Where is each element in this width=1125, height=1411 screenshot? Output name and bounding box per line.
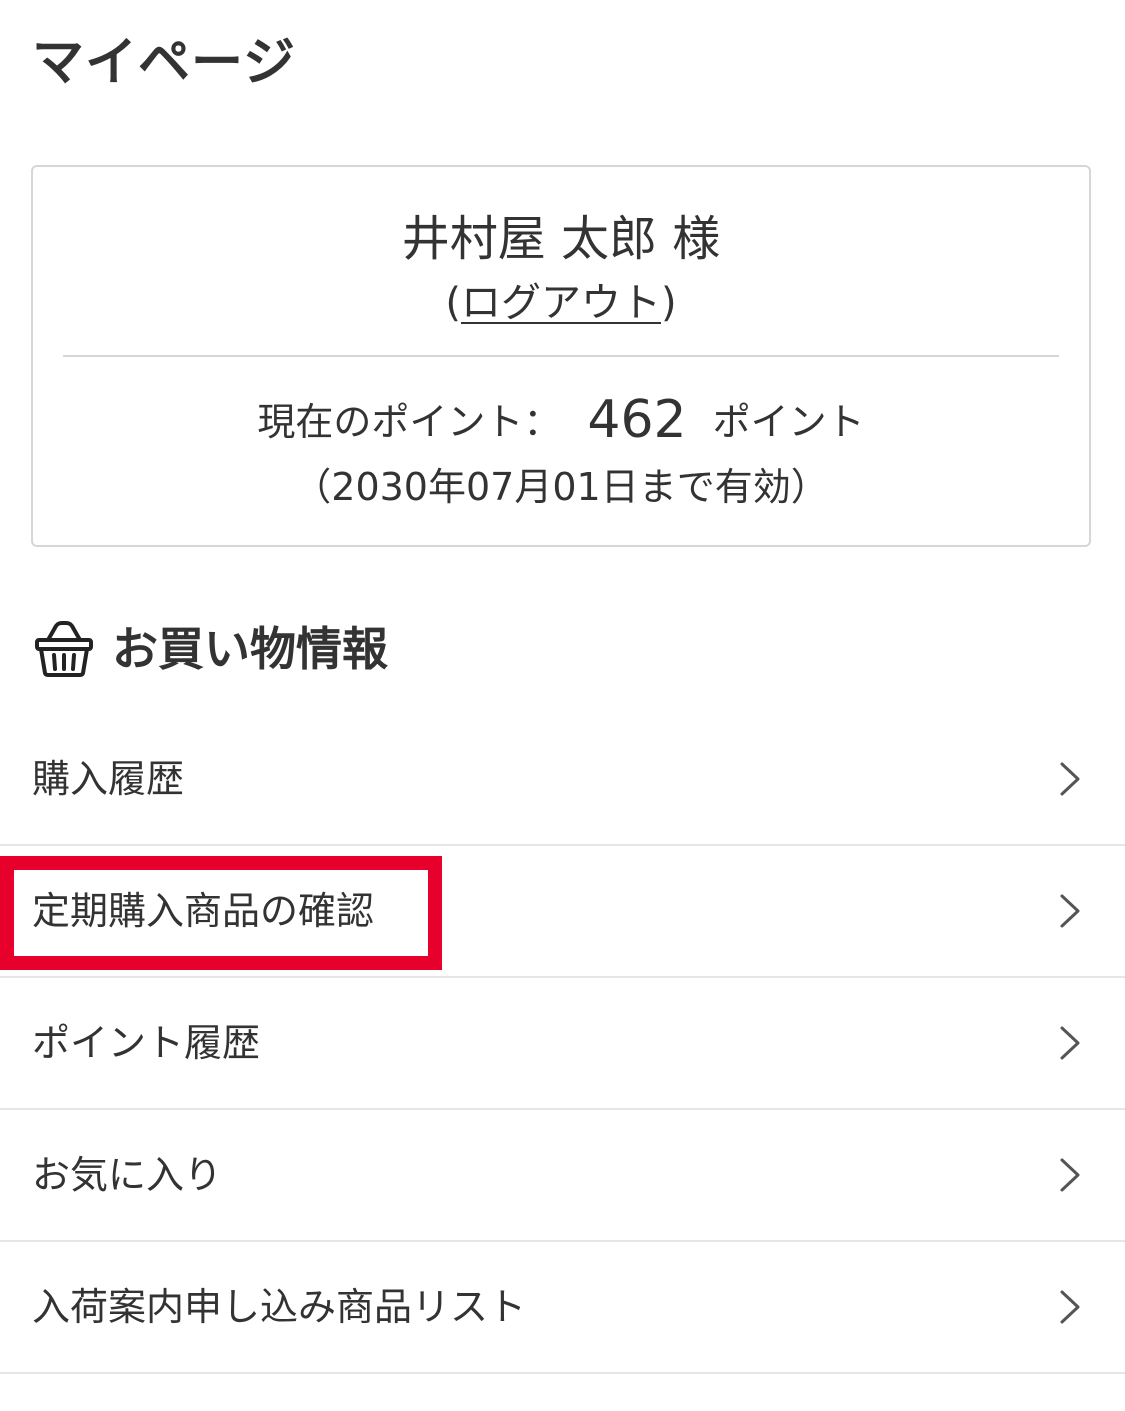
points-line: 現在のポイント： 462 ポイント <box>33 385 1089 457</box>
points-validity: （2030年07月01日まで有効） <box>293 465 829 509</box>
chevron-right-icon <box>1060 762 1080 796</box>
basket-icon <box>35 621 93 677</box>
logout-line: (ログアウト) <box>33 275 1089 331</box>
menu-item-label: お気に入り <box>32 1153 223 1197</box>
logout-paren-close: ) <box>661 280 677 326</box>
logout-paren-open: ( <box>445 280 461 326</box>
points-label: 現在のポイント： <box>257 400 562 444</box>
menu-item-label: 定期購入商品の確認 <box>32 889 375 933</box>
menu-item-purchase-history[interactable]: 購入履歴 <box>0 714 1125 846</box>
card-divider <box>63 355 1059 357</box>
menu-item-label: 入荷案内申し込み商品リスト <box>32 1285 527 1329</box>
menu-item-favorites[interactable]: お気に入り <box>0 1110 1125 1242</box>
points-unit: ポイント <box>712 400 865 444</box>
user-name: 井村屋 太郎 様 <box>401 211 721 267</box>
menu-item-point-history[interactable]: ポイント履歴 <box>0 978 1125 1110</box>
logout-link[interactable]: ログアウト <box>461 280 661 326</box>
chevron-right-icon <box>1060 1026 1080 1060</box>
shopping-section-header: お買い物情報 <box>34 614 388 684</box>
shopping-menu-list: 購入履歴 定期購入商品の確認 ポイント履歴 お気に入り 入荷案内申し込み商品リス… <box>0 714 1125 1374</box>
user-card: 井村屋 太郎 様 (ログアウト) 現在のポイント： 462 ポイント （2030年0… <box>31 165 1091 547</box>
page-title: マイページ <box>32 33 296 93</box>
chevron-right-icon <box>1060 1158 1080 1192</box>
menu-item-label: ポイント履歴 <box>32 1021 261 1065</box>
shopping-section-title: お買い物情報 <box>112 622 388 676</box>
menu-item-restock-notification-list[interactable]: 入荷案内申し込み商品リスト <box>0 1242 1125 1374</box>
menu-item-label: 購入履歴 <box>32 757 185 801</box>
chevron-right-icon <box>1060 1290 1080 1324</box>
menu-item-subscription-check[interactable]: 定期購入商品の確認 <box>0 846 1125 978</box>
chevron-right-icon <box>1060 894 1080 928</box>
points-value: 462 <box>587 390 687 450</box>
